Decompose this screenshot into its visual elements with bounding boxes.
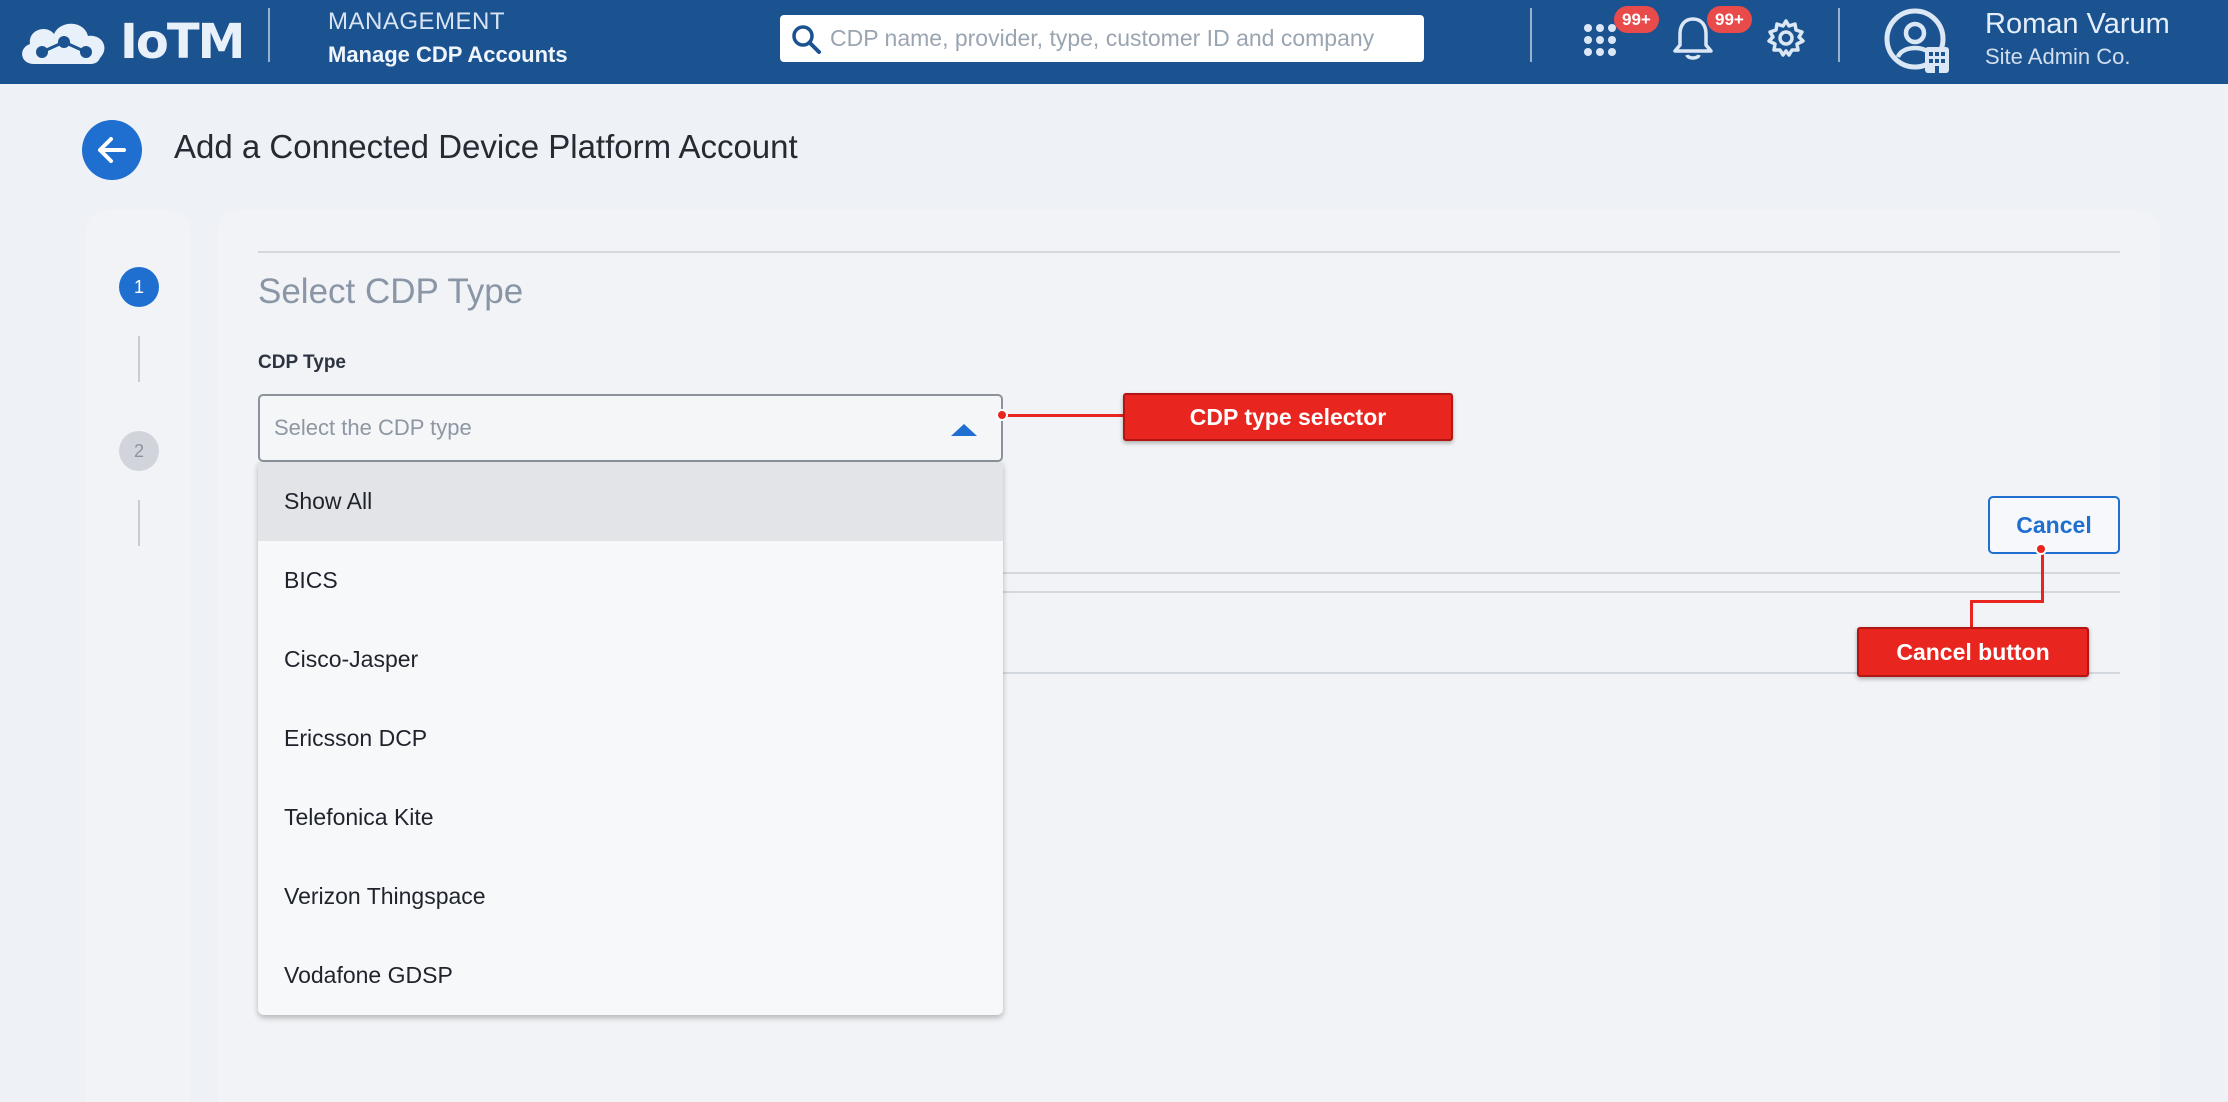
step-2-indicator: 2: [119, 431, 159, 471]
option-bics[interactable]: BICS: [258, 541, 1003, 620]
search-input[interactable]: [830, 25, 1420, 52]
cancel-button[interactable]: Cancel: [1988, 496, 2120, 554]
apps-badge: 99+: [1614, 6, 1659, 33]
arrow-left-icon: [98, 137, 126, 163]
user-name[interactable]: Roman Varum: [1985, 8, 2170, 41]
apps-grid-icon[interactable]: [1580, 20, 1620, 60]
user-company: Site Admin Co.: [1985, 44, 2131, 69]
annotation-connector: [1970, 600, 2044, 603]
search-icon: [792, 24, 821, 54]
option-telefonica-kite[interactable]: Telefonica Kite: [258, 778, 1003, 857]
page-title: Add a Connected Device Platform Account: [174, 128, 798, 165]
section-label: MANAGEMENT: [328, 8, 506, 35]
option-cisco-jasper[interactable]: Cisco-Jasper: [258, 620, 1003, 699]
divider: [1003, 572, 2120, 574]
cloud-network-icon: [22, 23, 105, 64]
divider: [258, 251, 2120, 253]
annotation-connector: [2041, 550, 2044, 603]
cdp-type-label: CDP Type: [258, 352, 346, 373]
header-divider: [1838, 8, 1840, 62]
cdp-type-dropdown: Show All BICS Cisco-Jasper Ericsson DCP …: [258, 462, 1003, 1015]
option-ericsson-dcp[interactable]: Ericsson DCP: [258, 699, 1003, 778]
annotation-dot: [2035, 543, 2047, 555]
logo[interactable]: IoTM: [14, 10, 245, 74]
select-placeholder: Select the CDP type: [274, 415, 472, 440]
cdp-type-select[interactable]: Select the CDP type: [258, 394, 1003, 462]
breadcrumb: MANAGEMENT Manage CDP Accounts: [328, 8, 568, 68]
header-divider: [1530, 8, 1532, 62]
divider: [1003, 591, 2120, 593]
back-button[interactable]: [82, 120, 142, 180]
annotation-connector: [1970, 600, 1973, 628]
annotation-cdp-type-selector: CDP type selector: [1123, 393, 1453, 441]
caret-up-icon: [951, 424, 977, 436]
step-connector: [138, 500, 140, 546]
search-bar[interactable]: [780, 15, 1424, 62]
notifications-badge: 99+: [1707, 6, 1752, 33]
avatar[interactable]: [1882, 6, 1954, 78]
option-vodafone-gdsp[interactable]: Vodafone GDSP: [258, 936, 1003, 1015]
step-1-indicator: 1: [119, 267, 159, 307]
gear-icon[interactable]: [1764, 16, 1808, 60]
step-connector: [138, 336, 140, 382]
logo-text: IoTM: [120, 14, 245, 70]
annotation-dot: [996, 409, 1008, 421]
annotation-cancel-button: Cancel button: [1857, 627, 2089, 677]
option-verizon-thingspace[interactable]: Verizon Thingspace: [258, 857, 1003, 936]
option-show-all[interactable]: Show All: [258, 462, 1003, 541]
page-subtitle[interactable]: Manage CDP Accounts: [328, 42, 568, 68]
section-title: Select CDP Type: [258, 272, 524, 311]
top-bar: IoTM MANAGEMENT Manage CDP Accounts 99+ …: [0, 0, 2228, 84]
header-divider: [268, 8, 270, 62]
annotation-connector: [1004, 414, 1124, 417]
